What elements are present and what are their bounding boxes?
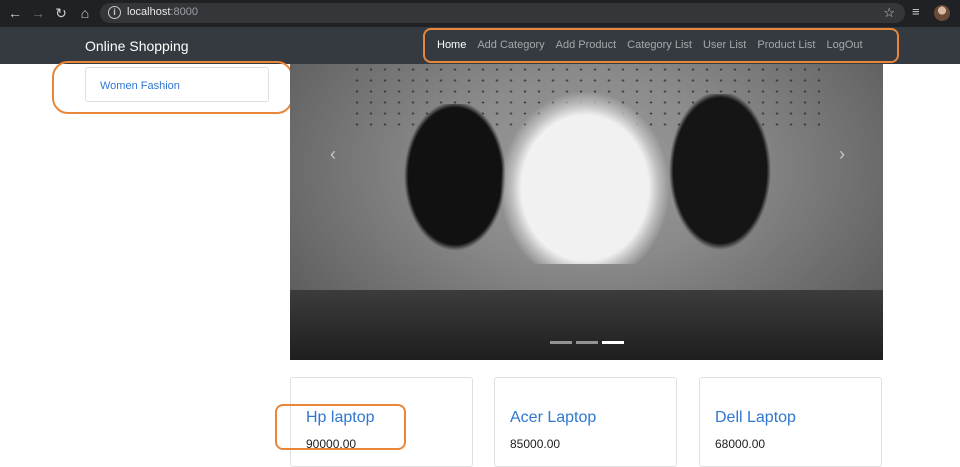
browser-toolbar: ← → ↻ ⌂ i localhost:8000 ☆ ≡: [0, 0, 960, 27]
highlight-annotation-category: [52, 61, 293, 114]
carousel-image-ground: [290, 290, 883, 360]
carousel-image-dancer-right: [660, 94, 780, 264]
home-icon[interactable]: ⌂: [76, 4, 94, 22]
media-queue-icon[interactable]: ≡: [912, 4, 920, 19]
carousel-indicator-1[interactable]: [550, 341, 572, 344]
profile-avatar[interactable]: [934, 5, 950, 21]
info-icon[interactable]: i: [108, 6, 121, 19]
chevron-left-icon[interactable]: ‹: [330, 144, 336, 165]
product-title[interactable]: Acer Laptop: [510, 409, 596, 427]
url-text[interactable]: localhost:8000: [127, 6, 198, 18]
forward-arrow-icon[interactable]: →: [29, 4, 47, 22]
product-card: Acer Laptop 85000.00: [494, 377, 677, 467]
address-bar[interactable]: i localhost:8000 ☆: [100, 3, 905, 23]
chevron-right-icon[interactable]: ›: [839, 144, 845, 165]
bookmark-star-icon[interactable]: ☆: [883, 5, 895, 21]
highlight-annotation-product: [275, 404, 406, 450]
highlight-annotation-navbar: [423, 28, 899, 63]
carousel-indicator-3[interactable]: [602, 341, 624, 344]
url-port: :8000: [170, 6, 198, 18]
url-host: localhost: [127, 6, 171, 18]
back-arrow-icon[interactable]: ←: [6, 4, 24, 22]
carousel-image-dancer-center: [485, 74, 685, 264]
product-price: 85000.00: [510, 437, 561, 451]
product-card: Dell Laptop 68000.00: [699, 377, 882, 467]
brand-title[interactable]: Online Shopping: [85, 38, 189, 54]
product-price: 68000.00: [715, 437, 766, 451]
carousel-indicators: [550, 341, 624, 344]
image-carousel: ‹ ›: [290, 64, 883, 360]
product-title[interactable]: Dell Laptop: [715, 409, 796, 427]
reload-icon[interactable]: ↻: [52, 4, 70, 22]
carousel-indicator-2[interactable]: [576, 341, 598, 344]
